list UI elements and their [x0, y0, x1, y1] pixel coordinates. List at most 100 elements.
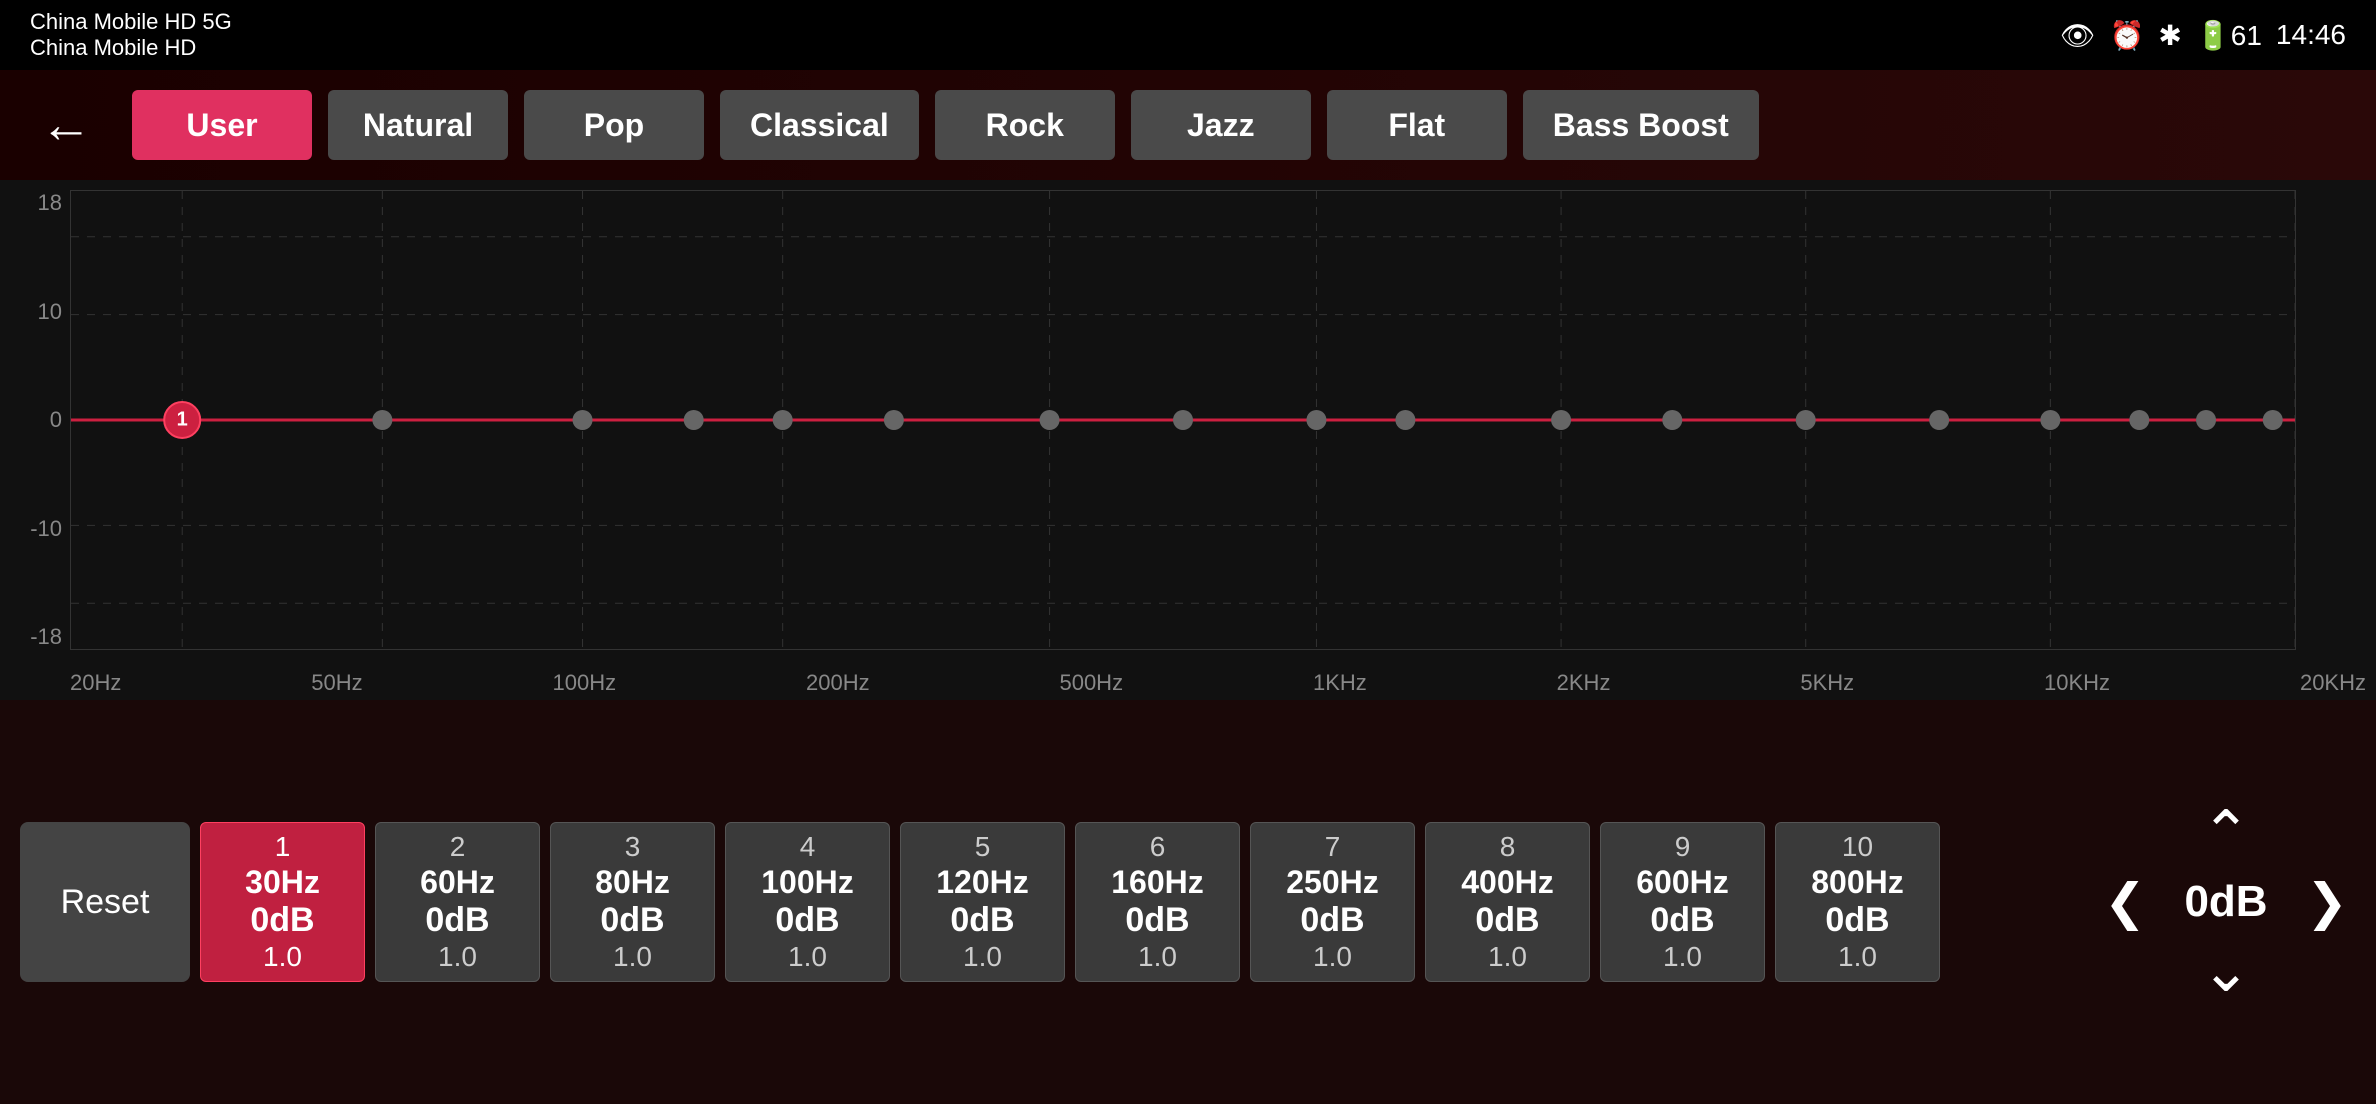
preset-btn-flat[interactable]: Flat	[1327, 90, 1507, 160]
battery-label: 🔋61	[2196, 19, 2262, 52]
band-db: 0dB	[1125, 901, 1189, 940]
band-num: 1	[275, 831, 291, 863]
band-freq: 80Hz	[595, 864, 670, 901]
band-freq: 60Hz	[420, 864, 495, 901]
y-label: 10	[38, 299, 62, 325]
status-bar: China Mobile HD 5G China Mobile HD 👁 ⏰ ✱…	[0, 0, 2376, 70]
band-freq: 400Hz	[1461, 864, 1554, 901]
band-db: 0dB	[1300, 901, 1364, 940]
band-num: 10	[1842, 831, 1873, 863]
band-freq: 160Hz	[1111, 864, 1204, 901]
band-cell-8[interactable]: 8 400Hz 0dB 1.0	[1425, 822, 1590, 982]
preset-btn-bass-boost[interactable]: Bass Boost	[1523, 90, 1759, 160]
y-label: -18	[30, 624, 62, 650]
band-freq: 800Hz	[1811, 864, 1904, 901]
band-q: 1.0	[263, 941, 302, 973]
x-label: 20KHz	[2300, 670, 2366, 696]
alarm-icon: ⏰	[2110, 19, 2145, 52]
band-freq: 30Hz	[245, 864, 320, 901]
band-freq: 100Hz	[761, 864, 854, 901]
preset-btn-pop[interactable]: Pop	[524, 90, 704, 160]
next-band-button[interactable]: ❯	[2306, 873, 2348, 931]
y-label: 18	[38, 190, 62, 216]
x-label: 10KHz	[2044, 670, 2110, 696]
eq-chart[interactable]: 1	[70, 190, 2296, 650]
status-right: 👁 ⏰ ✱ 🔋61 14:46	[2060, 19, 2346, 52]
band-q: 1.0	[613, 941, 652, 973]
preset-btn-user[interactable]: User	[132, 90, 312, 160]
band-db: 0dB	[425, 901, 489, 940]
band-cell-2[interactable]: 2 60Hz 0dB 1.0	[375, 822, 540, 982]
band-cell-4[interactable]: 4 100Hz 0dB 1.0	[725, 822, 890, 982]
eq-svg: 1	[71, 191, 2295, 649]
band-cell-10[interactable]: 10 800Hz 0dB 1.0	[1775, 822, 1940, 982]
band-cell-7[interactable]: 7 250Hz 0dB 1.0	[1250, 822, 1415, 982]
band-q: 1.0	[963, 941, 1002, 973]
up-button[interactable]: ⌃	[2201, 803, 2251, 863]
band-q: 1.0	[438, 941, 477, 973]
band-num: 6	[1150, 831, 1166, 863]
band-db: 0dB	[600, 901, 664, 940]
band-freq: 250Hz	[1286, 864, 1379, 901]
band-cell-3[interactable]: 3 80Hz 0dB 1.0	[550, 822, 715, 982]
band-q: 1.0	[1488, 941, 1527, 973]
band-db: 0dB	[1475, 901, 1539, 940]
time-label: 14:46	[2276, 19, 2346, 51]
eq-chart-container: 18 10 0 -10 -18 1	[0, 180, 2376, 700]
band-cell-1[interactable]: 1 30Hz 0dB 1.0	[200, 822, 365, 982]
bluetooth-icon: ✱	[2158, 19, 2181, 52]
y-axis-labels: 18 10 0 -10 -18	[0, 190, 70, 650]
svg-text:1: 1	[177, 408, 188, 430]
band-q: 1.0	[1663, 941, 1702, 973]
band-cell-6[interactable]: 6 160Hz 0dB 1.0	[1075, 822, 1240, 982]
y-label: -10	[30, 516, 62, 542]
band-cell-9[interactable]: 9 600Hz 0dB 1.0	[1600, 822, 1765, 982]
x-label: 5KHz	[1800, 670, 1854, 696]
x-label: 1KHz	[1313, 670, 1367, 696]
right-controls: ⌃ ❮ 0dB ❯ ⌄	[2096, 803, 2356, 1001]
band-q: 1.0	[1138, 941, 1177, 973]
db-display: 0dB	[2166, 877, 2286, 927]
x-label: 100Hz	[553, 670, 617, 696]
band-num: 4	[800, 831, 816, 863]
band-db: 0dB	[250, 901, 314, 940]
band-num: 7	[1325, 831, 1341, 863]
band-cell-5[interactable]: 5 120Hz 0dB 1.0	[900, 822, 1065, 982]
band-num: 8	[1500, 831, 1516, 863]
band-q: 1.0	[1313, 941, 1352, 973]
carrier2-label: China Mobile HD	[30, 35, 232, 61]
bottom-controls: Reset 1 30Hz 0dB 1.0 2 60Hz 0dB 1.0 3 80…	[0, 700, 2376, 1104]
eye-icon: 👁	[2060, 19, 2096, 52]
band-freq: 600Hz	[1636, 864, 1729, 901]
prev-band-button[interactable]: ❮	[2104, 873, 2146, 931]
reset-button[interactable]: Reset	[20, 822, 190, 982]
carrier1-label: China Mobile HD 5G	[30, 9, 232, 35]
x-label: 50Hz	[311, 670, 362, 696]
band-db: 0dB	[950, 901, 1014, 940]
carrier-info: China Mobile HD 5G China Mobile HD	[30, 9, 232, 61]
band-cells: 1 30Hz 0dB 1.0 2 60Hz 0dB 1.0 3 80Hz 0dB…	[200, 822, 1940, 982]
band-num: 3	[625, 831, 641, 863]
top-bar: ← UserNaturalPopClassicalRockJazzFlatBas…	[0, 70, 2376, 180]
nav-row: ❮ 0dB ❯	[2104, 873, 2348, 931]
x-axis-labels: 20Hz50Hz100Hz200Hz500Hz1KHz2KHz5KHz10KHz…	[70, 666, 2366, 700]
preset-btn-rock[interactable]: Rock	[935, 90, 1115, 160]
preset-btn-jazz[interactable]: Jazz	[1131, 90, 1311, 160]
x-label: 2KHz	[1557, 670, 1611, 696]
band-q: 1.0	[1838, 941, 1877, 973]
band-num: 2	[450, 831, 466, 863]
back-button[interactable]: ←	[40, 95, 92, 155]
band-db: 0dB	[1650, 901, 1714, 940]
preset-buttons: UserNaturalPopClassicalRockJazzFlatBass …	[132, 90, 1759, 160]
band-q: 1.0	[788, 941, 827, 973]
band-num: 5	[975, 831, 991, 863]
band-db: 0dB	[1825, 901, 1889, 940]
preset-btn-natural[interactable]: Natural	[328, 90, 508, 160]
y-label: 0	[50, 407, 62, 433]
down-button[interactable]: ⌄	[2201, 941, 2251, 1001]
x-label: 20Hz	[70, 670, 121, 696]
band-freq: 120Hz	[936, 864, 1029, 901]
band-db: 0dB	[775, 901, 839, 940]
preset-btn-classical[interactable]: Classical	[720, 90, 919, 160]
x-label: 500Hz	[1059, 670, 1123, 696]
